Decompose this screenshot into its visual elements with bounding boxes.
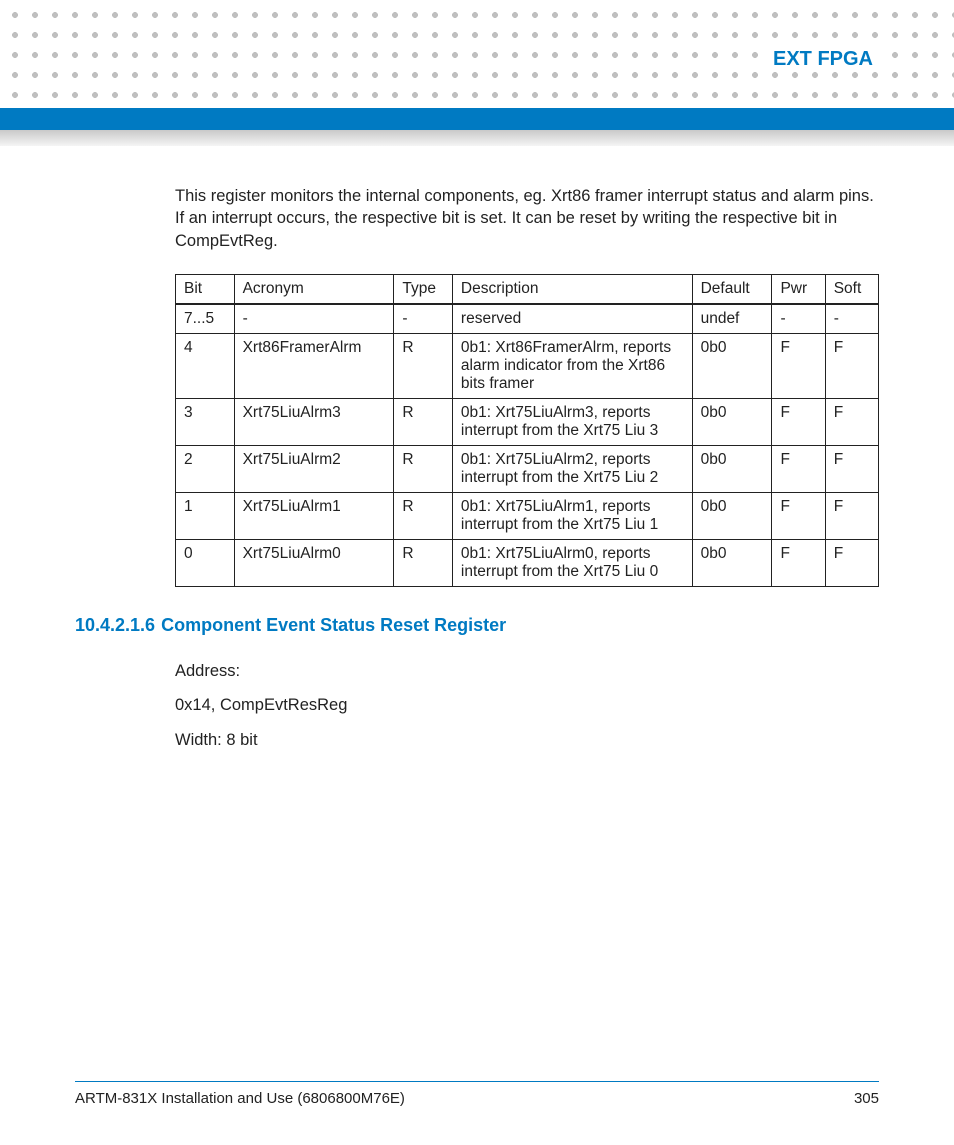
intro-paragraph: This register monitors the internal comp…: [175, 185, 879, 252]
cell-def: 0b0: [692, 398, 772, 445]
cell-pwr: F: [772, 539, 825, 586]
cell-soft: F: [825, 539, 878, 586]
table-row: 2Xrt75LiuAlrm2R0b1: Xrt75LiuAlrm2, repor…: [176, 445, 879, 492]
cell-def: 0b0: [692, 445, 772, 492]
table-row: 3Xrt75LiuAlrm3R0b1: Xrt75LiuAlrm3, repor…: [176, 398, 879, 445]
th-description: Description: [452, 274, 692, 304]
cell-pwr: F: [772, 445, 825, 492]
cell-type: R: [394, 492, 453, 539]
cell-pwr: -: [772, 304, 825, 334]
cell-soft: F: [825, 492, 878, 539]
cell-type: R: [394, 539, 453, 586]
cell-acr: Xrt75LiuAlrm2: [234, 445, 394, 492]
cell-desc: 0b1: Xrt75LiuAlrm3, reports interrupt fr…: [452, 398, 692, 445]
footer-doc-title: ARTM-831X Installation and Use (6806800M…: [75, 1090, 405, 1107]
cell-pwr: F: [772, 492, 825, 539]
width-value: Width: 8 bit: [175, 723, 879, 758]
cell-acr: Xrt75LiuAlrm1: [234, 492, 394, 539]
cell-bit: 3: [176, 398, 235, 445]
cell-soft: F: [825, 398, 878, 445]
table-row: 4Xrt86FramerAlrmR0b1: Xrt86FramerAlrm, r…: [176, 333, 879, 398]
cell-soft: F: [825, 445, 878, 492]
section-heading: 10.4.2.1.6 Component Event Status Reset R…: [75, 615, 879, 636]
cell-def: undef: [692, 304, 772, 334]
cell-soft: -: [825, 304, 878, 334]
cell-type: -: [394, 304, 453, 334]
cell-bit: 4: [176, 333, 235, 398]
address-value: 0x14, CompEvtResReg: [175, 688, 879, 723]
section-title: Component Event Status Reset Register: [161, 615, 506, 635]
cell-soft: F: [825, 333, 878, 398]
th-bit: Bit: [176, 274, 235, 304]
cell-def: 0b0: [692, 539, 772, 586]
th-acronym: Acronym: [234, 274, 394, 304]
table-row: 7...5--reservedundef--: [176, 304, 879, 334]
cell-bit: 2: [176, 445, 235, 492]
register-table: Bit Acronym Type Description Default Pwr…: [175, 274, 879, 587]
th-soft: Soft: [825, 274, 878, 304]
page-header-title: EXT FPGA: [767, 48, 879, 71]
cell-bit: 7...5: [176, 304, 235, 334]
cell-acr: Xrt75LiuAlrm3: [234, 398, 394, 445]
table-row: 1Xrt75LiuAlrm1R0b1: Xrt75LiuAlrm1, repor…: [176, 492, 879, 539]
cell-def: 0b0: [692, 492, 772, 539]
th-type: Type: [394, 274, 453, 304]
cell-def: 0b0: [692, 333, 772, 398]
cell-type: R: [394, 333, 453, 398]
header-blue-bar: [0, 108, 954, 130]
cell-type: R: [394, 398, 453, 445]
cell-acr: -: [234, 304, 394, 334]
cell-pwr: F: [772, 333, 825, 398]
footer-page-number: 305: [854, 1090, 879, 1107]
main-content: This register monitors the internal comp…: [175, 185, 879, 758]
cell-bit: 1: [176, 492, 235, 539]
page-footer: ARTM-831X Installation and Use (6806800M…: [75, 1081, 879, 1107]
table-header-row: Bit Acronym Type Description Default Pwr…: [176, 274, 879, 304]
header-gray-bar: [0, 130, 954, 146]
cell-desc: 0b1: Xrt75LiuAlrm2, reports interrupt fr…: [452, 445, 692, 492]
table-row: 0Xrt75LiuAlrm0R0b1: Xrt75LiuAlrm0, repor…: [176, 539, 879, 586]
cell-acr: Xrt75LiuAlrm0: [234, 539, 394, 586]
cell-desc: 0b1: Xrt75LiuAlrm1, reports interrupt fr…: [452, 492, 692, 539]
cell-pwr: F: [772, 398, 825, 445]
th-default: Default: [692, 274, 772, 304]
cell-desc: reserved: [452, 304, 692, 334]
section-number: 10.4.2.1.6: [75, 615, 155, 635]
address-label: Address:: [175, 654, 879, 689]
cell-desc: 0b1: Xrt75LiuAlrm0, reports interrupt fr…: [452, 539, 692, 586]
cell-bit: 0: [176, 539, 235, 586]
cell-type: R: [394, 445, 453, 492]
register-details: Address: 0x14, CompEvtResReg Width: 8 bi…: [175, 654, 879, 758]
cell-desc: 0b1: Xrt86FramerAlrm, reports alarm indi…: [452, 333, 692, 398]
cell-acr: Xrt86FramerAlrm: [234, 333, 394, 398]
th-pwr: Pwr: [772, 274, 825, 304]
